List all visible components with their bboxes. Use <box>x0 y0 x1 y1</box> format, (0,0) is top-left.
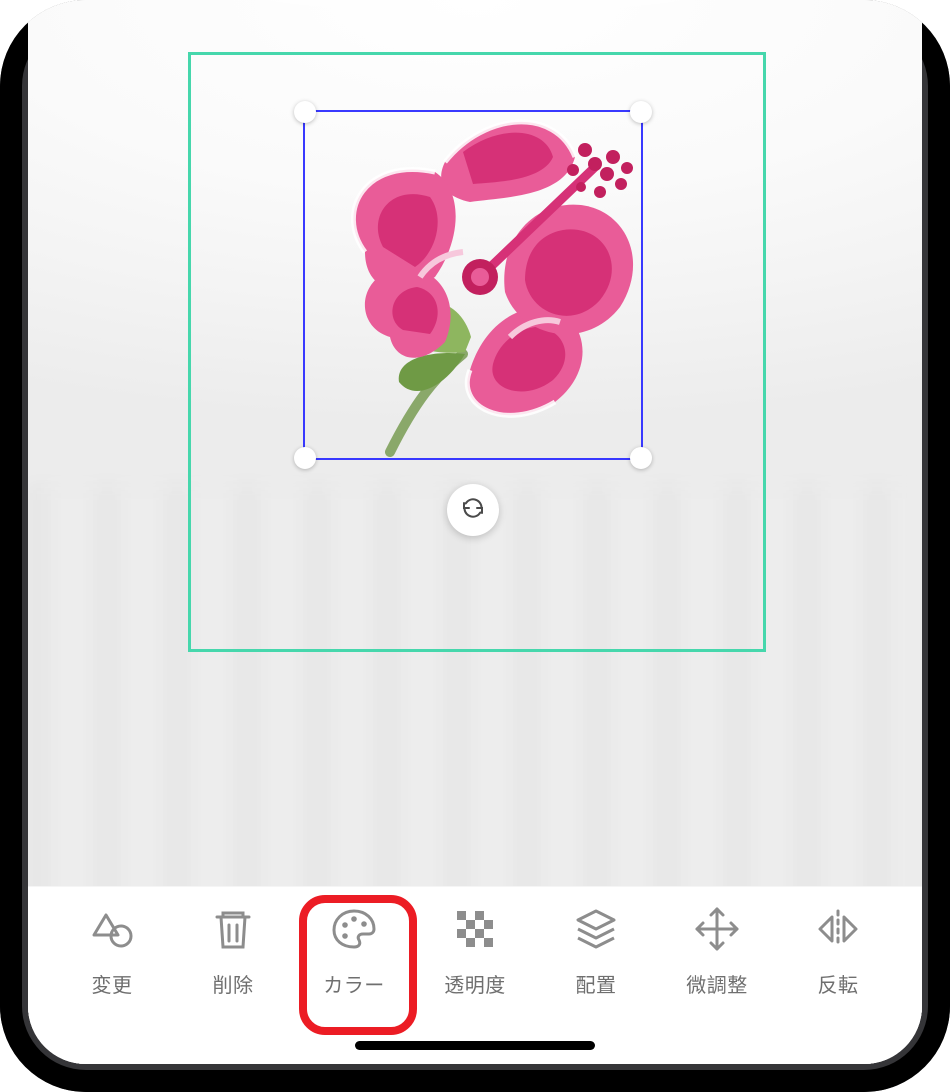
shapes-icon <box>88 905 136 959</box>
tool-color[interactable]: カラー <box>300 905 408 998</box>
design-image-hibiscus[interactable] <box>295 102 655 472</box>
resize-handle-top-right[interactable] <box>630 101 652 123</box>
resize-handle-bottom-left[interactable] <box>294 447 316 469</box>
tool-delete[interactable]: 削除 <box>179 905 287 998</box>
flip-icon <box>814 905 862 959</box>
trash-icon <box>209 905 257 959</box>
tool-label: 透明度 <box>444 969 506 998</box>
tool-label: 反転 <box>818 969 859 998</box>
resize-handle-top-left[interactable] <box>294 101 316 123</box>
resize-handle-bottom-right[interactable] <box>630 447 652 469</box>
tool-label: 配置 <box>576 969 617 998</box>
tool-layer[interactable]: 配置 <box>542 905 650 998</box>
tool-label: 微調整 <box>686 969 748 998</box>
palette-icon <box>330 905 378 959</box>
app-screen: 変更 削除 <box>28 0 922 1064</box>
tool-label: 削除 <box>213 969 254 998</box>
design-selection-box[interactable] <box>303 110 643 460</box>
rotate-icon <box>461 496 485 525</box>
editor-toolbar: 変更 削除 <box>28 886 922 1064</box>
device-frame: 変更 削除 <box>0 0 950 1092</box>
rotate-button[interactable] <box>447 484 499 536</box>
tool-nudge[interactable]: 微調整 <box>663 905 771 998</box>
tool-flip[interactable]: 反転 <box>784 905 892 998</box>
tool-label: 変更 <box>92 969 133 998</box>
layers-icon <box>572 905 620 959</box>
home-indicator[interactable] <box>355 1041 595 1050</box>
transparency-icon <box>451 905 499 959</box>
tool-opacity[interactable]: 透明度 <box>421 905 529 998</box>
tool-label: カラー <box>323 969 385 998</box>
move-icon <box>693 905 741 959</box>
tool-change[interactable]: 変更 <box>58 905 166 998</box>
